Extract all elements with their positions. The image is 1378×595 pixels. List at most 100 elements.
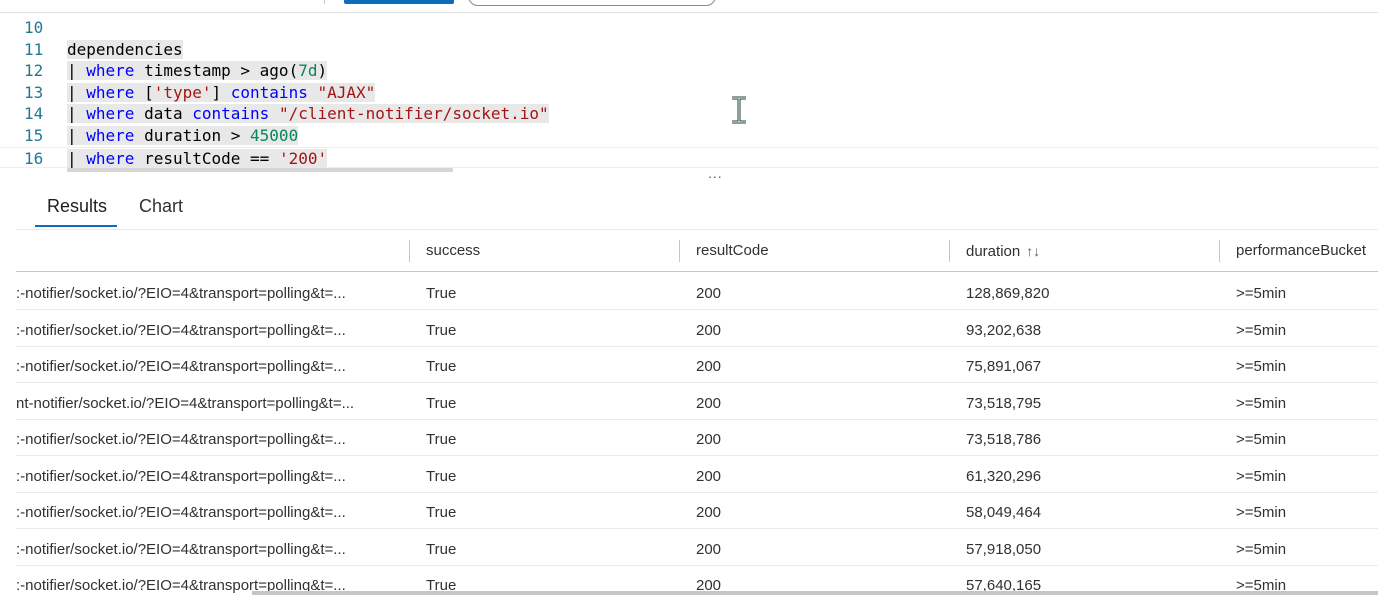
cell-success: True — [426, 467, 457, 485]
code-text: | where ['type'] contains "AJAX" — [67, 82, 376, 103]
query-editor[interactable]: 10 11 dependencies 12 | where timestamp > ag… — [0, 13, 1378, 171]
code-line[interactable]: 13 | where ['type'] contains "AJAX" — [0, 82, 1378, 103]
cell-duration: 73,518,795 — [966, 394, 1042, 412]
cell-performancebucket: >=5min — [1236, 285, 1287, 302]
table-row[interactable]: nt-notifier/socket.io/?EIO=4&transport=p… — [16, 384, 1378, 420]
table-horizontal-scrollbar[interactable] — [252, 591, 1378, 595]
run-button[interactable] — [344, 0, 454, 4]
code-token: | — [67, 126, 87, 145]
cell-success: True — [426, 540, 457, 558]
code-token: | — [67, 82, 87, 102]
cell-success: True — [426, 431, 457, 448]
cell-data: :-notifier/socket.io/?EIO=4&transport=po… — [16, 431, 346, 448]
cell-resultcode: 200 — [696, 394, 722, 412]
code-token: 'type' — [153, 82, 212, 102]
cell-resultcode: 200 — [696, 540, 722, 558]
line-number: 13 — [24, 82, 44, 102]
pane-resize-handle[interactable]: ... — [708, 165, 723, 181]
table-row[interactable]: :-notifier/socket.io/?EIO=4&transport=po… — [16, 274, 1378, 310]
code-token: where — [86, 148, 135, 168]
tab-chart[interactable]: Chart — [139, 196, 183, 217]
line-number: 11 — [24, 39, 44, 59]
cell-success: True — [426, 321, 457, 339]
table-row[interactable]: :-notifier/socket.io/?EIO=4&transport=po… — [16, 457, 1378, 493]
column-header-duration[interactable]: duration ↑↓ — [966, 230, 1040, 272]
line-number: 15 — [24, 126, 44, 145]
code-token: timestamp > ago( — [134, 61, 299, 81]
code-token: data — [134, 104, 193, 124]
sort-icon[interactable]: ↑↓ — [1026, 243, 1040, 259]
code-token: | — [67, 148, 87, 168]
column-header-success[interactable]: success — [426, 230, 480, 272]
cell-duration: 128,869,820 — [966, 285, 1050, 302]
code-text: | where timestamp > ago(7d) — [67, 60, 328, 81]
table-row[interactable]: :-notifier/socket.io/?EIO=4&transport=po… — [16, 311, 1378, 347]
cell-performancebucket: >=5min — [1236, 504, 1287, 521]
code-token: ) — [317, 61, 328, 81]
cell-data: nt-notifier/socket.io/?EIO=4&transport=p… — [16, 394, 355, 412]
column-header-duration-label: duration — [966, 243, 1021, 260]
code-text: | where resultCode == '200' — [67, 148, 328, 169]
code-token: [ — [134, 82, 154, 102]
results-table: success resultCode duration ↑↓ performanc… — [16, 230, 1378, 595]
code-line[interactable]: 11 dependencies — [0, 39, 1378, 60]
cell-data: :-notifier/socket.io/?EIO=4&transport=po… — [16, 467, 346, 485]
cell-success: True — [426, 358, 457, 375]
cell-performancebucket: >=5min — [1236, 321, 1287, 339]
column-divider[interactable] — [949, 240, 950, 262]
line-number: 12 — [24, 61, 44, 81]
code-token: '200' — [278, 148, 328, 168]
cell-performancebucket: >=5min — [1236, 540, 1287, 558]
code-token: dependencies — [67, 39, 183, 59]
code-token: 45000 — [250, 126, 299, 145]
table-row[interactable]: :-notifier/socket.io/?EIO=4&transport=po… — [16, 420, 1378, 456]
cell-data: :-notifier/socket.io/?EIO=4&transport=po… — [16, 321, 346, 339]
column-divider[interactable] — [679, 240, 680, 262]
table-row[interactable]: :-notifier/socket.io/?EIO=4&transport=po… — [16, 493, 1378, 529]
code-line[interactable]: 12 | where timestamp > ago(7d) — [0, 60, 1378, 81]
code-line[interactable]: 16 | where resultCode == '200' — [0, 146, 1378, 169]
text-cursor-icon — [732, 96, 746, 124]
code-text: | where data contains "/client-notifier/… — [67, 103, 549, 124]
column-header-performancebucket[interactable]: performanceBucket — [1236, 230, 1366, 272]
cell-duration: 93,202,638 — [966, 321, 1042, 339]
code-token: "/client-notifier/socket.io" — [278, 104, 549, 124]
table-row[interactable]: :-notifier/socket.io/?EIO=4&transport=po… — [16, 530, 1378, 566]
cell-resultcode: 200 — [696, 285, 722, 302]
table-header: success resultCode duration ↑↓ performanc… — [16, 230, 1378, 272]
code-token: where — [86, 126, 135, 145]
cell-performancebucket: >=5min — [1236, 431, 1287, 448]
editor-horizontal-scrollbar[interactable] — [67, 168, 453, 172]
code-token: | — [67, 104, 87, 124]
cell-duration: 75,891,067 — [966, 358, 1042, 375]
tab-results[interactable]: Results — [47, 196, 107, 217]
cell-duration: 61,320,296 — [966, 467, 1042, 485]
code-token: where — [86, 82, 135, 102]
cell-data: :-notifier/socket.io/?EIO=4&transport=po… — [16, 358, 346, 375]
time-range-picker[interactable] — [468, 0, 716, 6]
results-tabs: Results Chart — [0, 182, 1378, 230]
cell-success: True — [426, 394, 457, 412]
cell-performancebucket: >=5min — [1236, 358, 1287, 375]
column-header-resultcode[interactable]: resultCode — [696, 230, 769, 272]
code-token: contains — [192, 104, 270, 124]
code-line[interactable]: 15 | where duration > 45000 — [0, 125, 1378, 146]
cell-data: :-notifier/socket.io/?EIO=4&transport=po… — [16, 285, 346, 302]
toolbar-divider — [324, 0, 325, 4]
code-line[interactable]: 14 | where data contains "/client-notifie… — [0, 103, 1378, 124]
code-token: duration > — [134, 126, 251, 145]
column-divider[interactable] — [409, 240, 410, 262]
cell-duration: 73,518,786 — [966, 431, 1042, 448]
query-toolbar — [0, 0, 1378, 13]
column-divider[interactable] — [1219, 240, 1220, 262]
cell-resultcode: 200 — [696, 321, 722, 339]
line-number: 16 — [24, 148, 44, 168]
line-number: 14 — [24, 104, 44, 124]
code-token: where — [86, 104, 135, 124]
code-token: where — [86, 61, 135, 81]
cell-duration: 57,918,050 — [966, 540, 1042, 558]
cell-data: :-notifier/socket.io/?EIO=4&transport=po… — [16, 504, 346, 521]
table-row[interactable]: :-notifier/socket.io/?EIO=4&transport=po… — [16, 347, 1378, 383]
code-line[interactable]: 10 — [0, 17, 1378, 38]
cell-resultcode: 200 — [696, 431, 722, 448]
